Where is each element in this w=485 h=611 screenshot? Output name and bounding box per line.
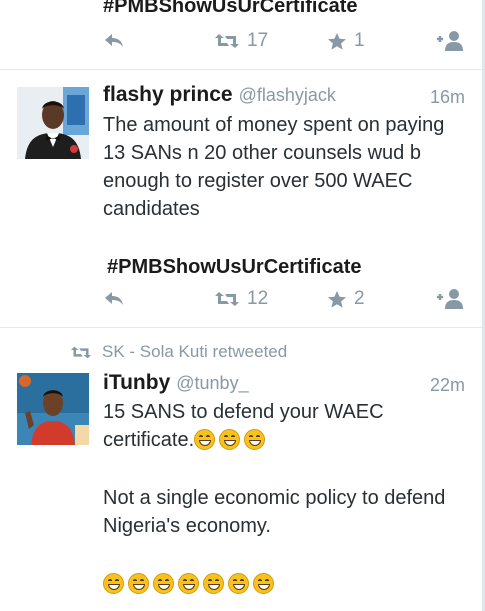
- tweet-3[interactable]: SK - Sola Kuti retweeted iTunby @tunby_ 2…: [0, 328, 482, 611]
- grinning-face-emoji: [178, 573, 199, 594]
- reply-button[interactable]: [103, 290, 125, 308]
- handle[interactable]: @tunby_: [176, 373, 248, 393]
- tweet-text-paragraph-2: Not a single economic policy to defend N…: [103, 487, 446, 537]
- follow-button[interactable]: [436, 288, 466, 310]
- reply-icon: [105, 292, 123, 305]
- grinning-face-emoji: [228, 573, 249, 594]
- follow-icon: [437, 289, 463, 309]
- follow-icon: [437, 31, 463, 51]
- tweet-text-paragraph-1: 15 SANS to defend your WAEC certificate.: [103, 398, 458, 454]
- favorite-button[interactable]: 2: [327, 288, 365, 310]
- follow-button[interactable]: [436, 30, 466, 52]
- retweet-icon: [215, 34, 239, 48]
- hashtag[interactable]: #PMBShowUsUrCertificate: [107, 256, 362, 279]
- tweet-text: 15 SANS to defend your WAEC certificate.…: [103, 398, 458, 598]
- retweet-icon: [215, 292, 239, 306]
- tweet-actions: 17 1: [0, 30, 482, 58]
- retweeted-by-text: SK - Sola Kuti retweeted: [102, 342, 288, 361]
- avatar-image: [17, 87, 89, 159]
- grinning-face-emoji: [103, 573, 124, 594]
- display-name-text: flashy prince: [103, 83, 233, 106]
- display-name-text: iTunby: [103, 371, 171, 394]
- retweet-button[interactable]: 12: [214, 288, 268, 310]
- avatar[interactable]: [17, 373, 89, 445]
- timestamp[interactable]: 22m: [430, 375, 465, 396]
- retweeted-by[interactable]: SK - Sola Kuti retweeted: [70, 342, 287, 362]
- display-name[interactable]: flashy prince @flashyjack: [103, 83, 336, 107]
- star-icon: [328, 32, 346, 50]
- display-name[interactable]: iTunby @tunby_: [103, 371, 249, 395]
- tweet-1[interactable]: #PMBShowUsUrCertificate 17 1: [0, 0, 482, 70]
- grinning-face-emoji: [153, 573, 174, 594]
- grinning-face-emoji: [244, 429, 266, 450]
- avatar-image: [17, 373, 89, 445]
- retweet-button[interactable]: 17: [214, 30, 268, 52]
- reply-button[interactable]: [103, 32, 125, 50]
- timestamp[interactable]: 16m: [430, 87, 465, 108]
- tweet-actions: 12 2: [0, 288, 482, 316]
- avatar[interactable]: [17, 87, 89, 159]
- favorite-button[interactable]: 1: [327, 30, 365, 52]
- star-icon: [328, 290, 346, 308]
- favorite-count: 1: [354, 30, 365, 51]
- retweet-icon: [71, 346, 91, 358]
- tweet-text: The amount of money spent on paying 13 S…: [103, 114, 445, 220]
- grinning-face-emoji: [194, 429, 216, 450]
- grinning-face-emoji: [219, 429, 241, 450]
- emoji-row: [103, 570, 458, 598]
- grinning-face-emoji: [203, 573, 224, 594]
- favorite-count: 2: [354, 288, 365, 309]
- grinning-face-emoji: [128, 573, 149, 594]
- hashtag[interactable]: #PMBShowUsUrCertificate: [103, 0, 358, 18]
- handle[interactable]: @flashyjack: [239, 85, 336, 105]
- grinning-face-emoji: [253, 573, 274, 594]
- retweet-count: 12: [247, 288, 269, 309]
- retweet-count: 17: [247, 30, 269, 51]
- reply-icon: [105, 34, 123, 47]
- tweet-text-line-1: 15 SANS to defend your WAEC certificate.: [103, 401, 384, 451]
- tweet-2[interactable]: flashy prince @flashyjack 16m The amount …: [0, 70, 482, 328]
